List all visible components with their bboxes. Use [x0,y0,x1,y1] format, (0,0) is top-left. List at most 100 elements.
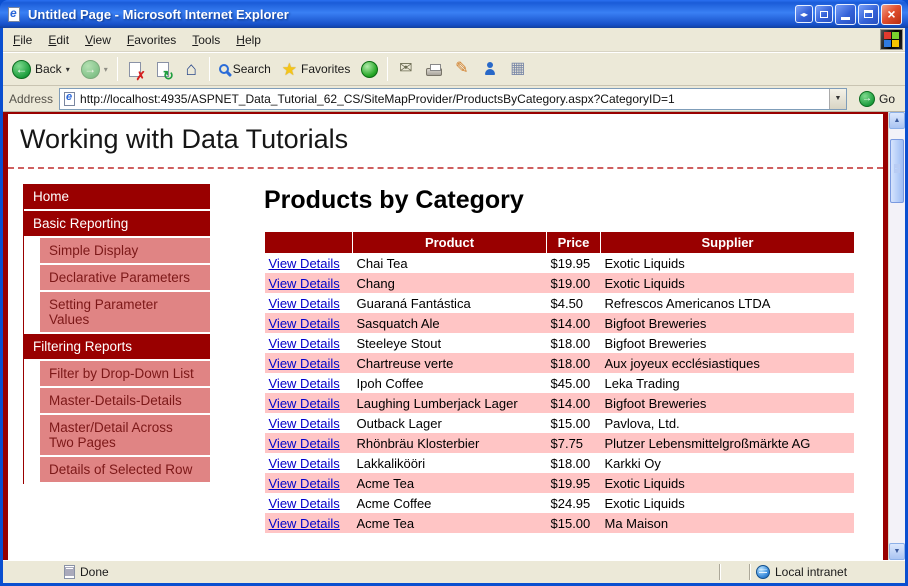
menu-item[interactable]: Favorites [119,29,184,51]
restore-button[interactable] [858,3,879,25]
go-button[interactable]: → Go [853,90,901,108]
vertical-scrollbar[interactable]: ▲ ▼ [888,112,905,560]
address-input[interactable] [80,88,826,109]
toolbar: ← Back ▾ → ▾ ✗ ↻ ⌂ Search ★ Favorites ✉ … [3,52,905,86]
view-details-link[interactable]: View Details [269,456,340,471]
table-row: View Details Chartreuse verte $18.00 Aux… [264,353,854,373]
page-favicon [63,91,77,107]
forward-button[interactable]: → ▾ [76,58,113,81]
back-dropdown-caret[interactable]: ▾ [66,65,70,74]
stop-button[interactable]: ✗ [122,56,149,83]
home-button[interactable]: ⌂ [178,56,205,83]
status-divider [749,564,751,580]
scrollbar-track[interactable] [889,129,905,543]
view-details-link[interactable]: View Details [269,296,340,311]
grid-button[interactable]: ▦ [504,56,531,83]
product-cell: Sasquatch Ale [356,315,440,331]
forward-icon: → [80,59,100,79]
titlebar-extra-button-2[interactable] [815,5,833,23]
browser-window: Untitled Page - Microsoft Internet Explo… [0,0,908,586]
view-details-link[interactable]: View Details [269,436,340,451]
status-divider [719,564,721,580]
sidebar-item[interactable]: Setting Parameter Values [40,292,210,332]
favorites-button[interactable]: ★ Favorites [277,59,356,80]
product-cell: Chai Tea [356,255,408,271]
sidebar-item[interactable]: Filter by Drop-Down List [40,361,210,386]
table-row: View Details Laughing Lumberjack Lager $… [264,393,854,413]
view-details-link[interactable]: View Details [269,376,340,391]
view-details-link[interactable]: View Details [269,356,340,371]
sidebar-item[interactable]: Declarative Parameters [40,265,210,290]
view-details-link[interactable]: View Details [269,476,340,491]
supplier-cell: Pavlova, Ltd. [604,415,680,431]
menu-item[interactable]: Edit [40,29,77,51]
scrollbar-thumb[interactable] [890,139,904,203]
view-details-link[interactable]: View Details [269,276,340,291]
status-mid-segment [722,563,748,581]
menu-item[interactable]: Tools [184,29,228,51]
view-details-link[interactable]: View Details [269,416,340,431]
product-cell: Rhönbräu Klosterbier [356,435,480,451]
scroll-down-button[interactable]: ▼ [889,543,905,560]
messenger-button[interactable] [476,56,503,83]
sidebar-item[interactable]: Home [24,184,210,209]
site-title: Working with Data Tutorials [20,124,349,154]
minimize-button[interactable] [835,3,856,25]
minimize-icon [841,16,850,20]
zone-label: Local intranet [775,565,848,579]
view-details-link[interactable]: View Details [269,336,340,351]
sidebar-item[interactable]: Filtering Reports [24,334,210,359]
view-details-link[interactable]: View Details [269,396,340,411]
product-cell: Lakkalikööri [356,455,426,471]
price-cell: $19.95 [550,475,591,491]
close-button[interactable]: × [881,3,902,25]
refresh-button[interactable]: ↻ [150,56,177,83]
titlebar[interactable]: Untitled Page - Microsoft Internet Explo… [0,0,908,28]
sidebar-item[interactable]: Master/Detail Across Two Pages [40,415,210,455]
back-button[interactable]: ← Back ▾ [7,58,75,81]
price-cell: $14.00 [550,315,591,331]
view-details-link[interactable]: View Details [269,256,340,271]
table-header-row: Product Price Supplier [264,232,854,253]
window-controls: ◂▸ × [795,3,904,25]
sidebar-item[interactable]: Basic Reporting [24,211,210,236]
supplier-cell: Plutzer Lebensmittelgroßmärkte AG [604,435,811,451]
view-details-link[interactable]: View Details [269,516,340,531]
supplier-cell: Aux joyeux ecclésiastiques [604,355,760,371]
view-details-cell: View Details [265,373,353,393]
menu-item[interactable]: File [5,29,40,51]
close-icon: × [887,6,896,22]
view-details-link[interactable]: View Details [269,496,340,511]
price-cell: $18.00 [550,455,591,471]
sidebar-item[interactable]: Simple Display [40,238,210,263]
menu-item[interactable]: View [77,29,119,51]
media-button[interactable] [356,56,383,83]
view-details-cell: View Details [265,253,353,273]
table-row: View Details Ipoh Coffee $45.00 Leka Tra… [265,373,855,393]
browser-viewport: Working with Data Tutorials Home Basic Re… [3,112,905,560]
supplier-cell: Leka Trading [604,375,680,391]
view-details-cell: View Details [265,393,353,413]
address-bar: Address ▼ → Go [3,86,905,112]
supplier-cell: Refrescos Americanos LTDA [604,295,771,311]
sidebar-item[interactable]: Details of Selected Row [40,457,210,482]
edit-button[interactable]: ✎ [448,56,475,83]
price-cell: $18.00 [550,355,591,371]
print-button[interactable] [420,56,447,83]
mail-button[interactable]: ✉ [392,56,419,83]
table-row: View Details Chai Tea $19.95 Exotic Liqu… [265,253,855,273]
view-details-link[interactable]: View Details [269,316,340,331]
view-details-cell: View Details [265,433,353,453]
menu-item[interactable]: Help [228,29,269,51]
address-dropdown-button[interactable]: ▼ [828,88,846,109]
messenger-icon [483,62,497,76]
edit-icon: ✎ [455,60,469,77]
back-label: Back [35,62,62,76]
scroll-up-button[interactable]: ▲ [889,112,905,129]
search-button[interactable]: Search [214,60,276,78]
sidebar-item[interactable]: Master-Details-Details [40,388,210,413]
search-icon [218,64,229,74]
titlebar-extra-button-1[interactable]: ◂▸ [795,5,813,23]
supplier-cell: Bigfoot Breweries [604,395,707,411]
table-row: View Details Acme Tea $15.00 Ma Maison [264,513,854,533]
